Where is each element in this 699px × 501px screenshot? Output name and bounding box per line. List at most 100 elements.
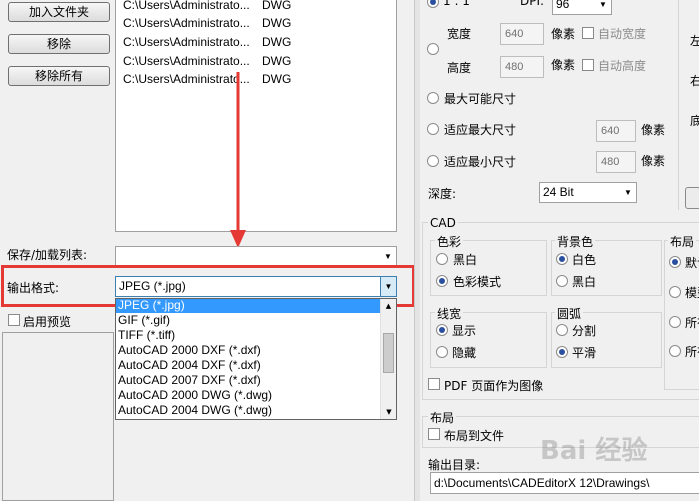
- white-bg-radio[interactable]: [556, 253, 568, 265]
- chevron-down-icon: ▼: [599, 0, 607, 9]
- format-option[interactable]: AutoCAD 2000 DWG (*.dwg): [116, 388, 396, 403]
- color-mode-radio[interactable]: [436, 275, 448, 287]
- fit-max-radio[interactable]: [427, 123, 439, 135]
- chevron-down-icon: ▼: [384, 252, 392, 261]
- layout-title: 布局: [428, 409, 457, 426]
- cutoff-button[interactable]: [685, 187, 699, 209]
- chevron-down-icon: ▼: [624, 188, 632, 197]
- bw-bg-radio[interactable]: [556, 275, 568, 287]
- max-size-radio[interactable]: [427, 92, 439, 104]
- bw-bg-label: 黑白: [572, 275, 597, 289]
- max-size-label: 最大可能尺寸: [444, 92, 517, 106]
- layout-default-radio[interactable]: [669, 256, 681, 268]
- dropdown-scrollbar[interactable]: ▲ ▼: [380, 299, 396, 419]
- layout-model-radio[interactable]: [669, 286, 681, 298]
- file-list[interactable]: C:\Users\Administrato... DWG C:\Users\Adm…: [115, 0, 397, 232]
- auto-height-checkbox[interactable]: [582, 59, 594, 71]
- fit-min-label: 适应最小尺寸: [444, 155, 517, 169]
- remove-button[interactable]: 移除: [8, 34, 110, 54]
- list-item[interactable]: C:\Users\Administrato... DWG: [123, 0, 291, 14]
- scroll-down-icon[interactable]: ▼: [381, 405, 397, 419]
- save-load-list-label: 保存/加载列表:: [7, 248, 88, 262]
- splitter[interactable]: [414, 0, 420, 501]
- width-unit: 像素: [551, 27, 576, 41]
- depth-select[interactable]: 24 Bit ▼: [539, 182, 637, 203]
- format-dropdown-list[interactable]: JPEG (*.jpg) GIF (*.gif) TIFF (*.tiff) A…: [115, 298, 397, 420]
- file-path: C:\Users\Administrato...: [123, 16, 250, 30]
- save-load-list-combo[interactable]: ▼: [115, 246, 397, 267]
- file-type: DWG: [262, 72, 292, 86]
- auto-width-checkbox[interactable]: [582, 27, 594, 39]
- bottom-margin-label: 底: [690, 114, 699, 128]
- enable-preview-label: 启用预览: [23, 315, 72, 329]
- preview-area: [2, 332, 114, 501]
- layout-model-label: 模型: [685, 286, 699, 300]
- lineweight-show-radio[interactable]: [436, 324, 448, 336]
- right-margin-label: 右: [690, 74, 699, 88]
- lineweight-hide-label: 隐藏: [452, 346, 477, 360]
- layout-all2-radio[interactable]: [669, 345, 681, 357]
- ratio-radio[interactable]: [427, 0, 439, 8]
- output-format-select[interactable]: JPEG (*.jpg) ▼: [115, 276, 397, 297]
- fit-max-unit: 像素: [641, 123, 666, 137]
- chevron-down-icon[interactable]: ▼: [380, 277, 396, 296]
- format-option[interactable]: TIFF (*.tiff): [116, 328, 396, 343]
- fit-min-input[interactable]: 480: [596, 151, 636, 173]
- lineweight-hide-radio[interactable]: [436, 346, 448, 358]
- left-margin-label: 左: [690, 34, 699, 48]
- width-label: 宽度: [447, 27, 472, 41]
- output-format-label: 输出格式:: [7, 281, 60, 295]
- height-input[interactable]: 480: [500, 56, 544, 78]
- fit-min-radio[interactable]: [427, 155, 439, 167]
- depth-label: 深度:: [428, 187, 457, 201]
- white-bg-label: 白色: [572, 253, 597, 267]
- file-path: C:\Users\Administrato...: [123, 54, 250, 68]
- arc-split-label: 分割: [572, 324, 597, 338]
- layout-all-radio[interactable]: [669, 316, 681, 328]
- fit-max-input[interactable]: 640: [596, 120, 636, 142]
- bw-color-radio[interactable]: [436, 253, 448, 265]
- height-label: 高度: [447, 61, 472, 75]
- remove-all-button[interactable]: 移除所有: [8, 66, 110, 86]
- format-option[interactable]: AutoCAD 2007 DXF (*.dxf): [116, 373, 396, 388]
- arc-smooth-radio[interactable]: [556, 346, 568, 358]
- scrollbar-thumb[interactable]: [383, 333, 394, 373]
- custom-size-radio[interactable]: [427, 43, 439, 55]
- layout-all-label: 所有: [685, 316, 699, 330]
- auto-height-label: 自动高度: [598, 59, 647, 73]
- list-item[interactable]: C:\Users\Administrato... DWG: [123, 14, 291, 32]
- scroll-up-icon[interactable]: ▲: [381, 299, 396, 313]
- arc-smooth-label: 平滑: [572, 346, 597, 360]
- dpi-value: 96: [556, 0, 570, 11]
- bw-color-label: 黑白: [453, 253, 478, 267]
- fit-max-label: 适应最大尺寸: [444, 123, 517, 137]
- file-path: C:\Users\Administrato...: [123, 35, 250, 49]
- format-option[interactable]: GIF (*.gif): [116, 313, 396, 328]
- color-mode-label: 色彩模式: [453, 275, 502, 289]
- file-path: C:\Users\Administrato...: [123, 0, 250, 12]
- file-type: DWG: [262, 16, 292, 30]
- dpi-select[interactable]: 96 ▼: [552, 0, 612, 15]
- layout-default-label: 默认: [685, 256, 699, 270]
- pdf-as-image-label: PDF 页面作为图像: [444, 379, 544, 393]
- arc-split-radio[interactable]: [556, 324, 568, 336]
- auto-width-label: 自动宽度: [598, 27, 647, 41]
- list-item[interactable]: C:\Users\Administrato... DWG: [123, 52, 291, 70]
- lineweight-show-label: 显示: [452, 324, 477, 338]
- format-option[interactable]: JPEG (*.jpg): [116, 299, 396, 313]
- format-option[interactable]: AutoCAD 2000 DXF (*.dxf): [116, 343, 396, 358]
- fit-min-unit: 像素: [641, 154, 666, 168]
- pdf-as-image-checkbox[interactable]: [428, 378, 440, 390]
- width-input[interactable]: 640: [500, 23, 544, 45]
- list-item[interactable]: C:\Users\Administrato... DWG: [123, 33, 291, 51]
- file-type: DWG: [262, 0, 292, 12]
- layout-options-title: 布局: [668, 233, 697, 250]
- enable-preview-checkbox[interactable]: [8, 314, 20, 326]
- format-option[interactable]: AutoCAD 2004 DWG (*.dwg): [116, 403, 396, 418]
- add-folder-button[interactable]: 加入文件夹: [8, 2, 110, 22]
- watermark: Bai 经验: [540, 436, 648, 466]
- depth-value: 24 Bit: [543, 185, 574, 199]
- output-dir-input[interactable]: d:\Documents\CADEditorX 12\Drawings\: [430, 472, 699, 494]
- format-option[interactable]: AutoCAD 2004 DXF (*.dxf): [116, 358, 396, 373]
- layout-to-file-checkbox[interactable]: [428, 428, 440, 440]
